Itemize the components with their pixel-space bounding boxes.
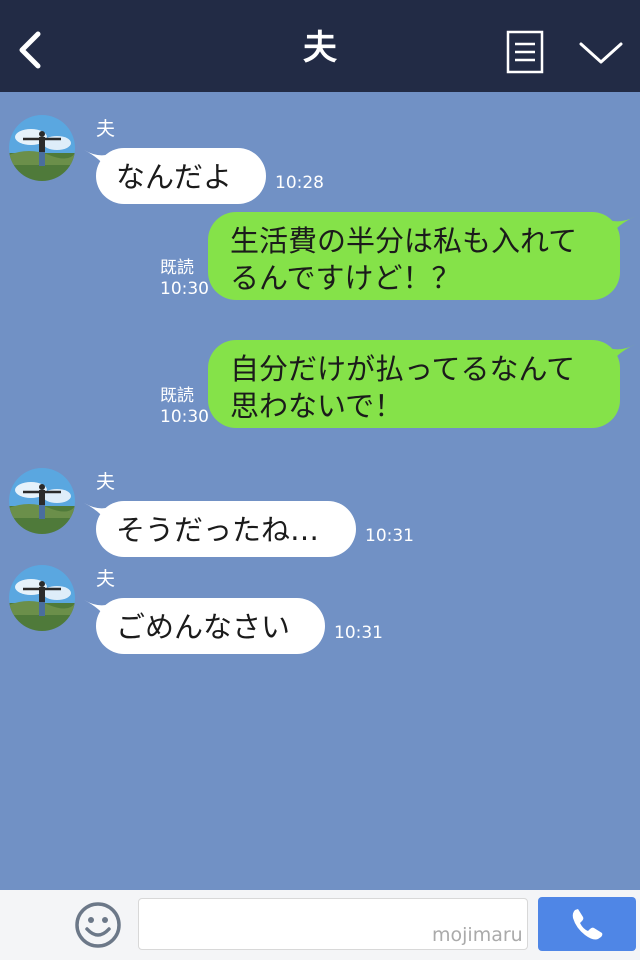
chat-header: 夫: [0, 0, 640, 92]
message-line: るんですけど！？: [230, 261, 461, 295]
message-line: ごめんなさい: [116, 610, 291, 644]
message-time: 10:28: [275, 173, 324, 193]
emoji-button[interactable]: [74, 901, 122, 953]
message-line: なんだよ: [116, 160, 233, 194]
message-line: 思わないで！: [230, 389, 404, 423]
note-menu-button[interactable]: [506, 30, 544, 74]
message-bubble-outgoing[interactable]: 生活費の半分は私も入れて るんですけど！？: [208, 212, 620, 300]
read-receipt: 既読: [160, 258, 194, 278]
message-bubble-outgoing[interactable]: 自分だけが払ってるなんて 思わないで！: [208, 340, 620, 428]
back-button[interactable]: [14, 30, 54, 70]
call-button[interactable]: [538, 897, 636, 951]
message-bubble-incoming[interactable]: ごめんなさい: [96, 598, 325, 654]
chevron-down-icon: [579, 42, 623, 64]
avatar[interactable]: [9, 468, 75, 534]
note-menu-icon: [506, 30, 544, 74]
message-time: 10:30: [160, 279, 209, 299]
chevron-left-icon: [19, 31, 41, 69]
phone-icon: [572, 909, 603, 940]
chat-title: 夫: [303, 28, 337, 68]
message-time: 10:31: [365, 526, 414, 546]
message-time: 10:30: [160, 407, 209, 427]
sender-name: 夫: [96, 568, 116, 590]
smiley-icon: [75, 902, 121, 948]
watermark-text: mojimaru: [432, 924, 523, 946]
expand-button[interactable]: [578, 38, 624, 68]
sender-name: 夫: [96, 471, 116, 493]
message-bubble-incoming[interactable]: そうだったね…: [96, 501, 356, 557]
read-receipt: 既読: [160, 386, 194, 406]
message-time: 10:31: [334, 623, 383, 643]
sender-name: 夫: [96, 118, 116, 140]
bubble-tail: [608, 216, 636, 238]
message-bubble-incoming[interactable]: なんだよ: [96, 148, 266, 204]
avatar[interactable]: [9, 565, 75, 631]
bubble-tail: [608, 344, 636, 366]
message-line: 自分だけが払ってるなんて: [230, 352, 576, 386]
avatar[interactable]: [9, 115, 75, 181]
message-line: 生活費の半分は私も入れて: [230, 224, 578, 258]
message-line: そうだったね…: [116, 513, 320, 547]
